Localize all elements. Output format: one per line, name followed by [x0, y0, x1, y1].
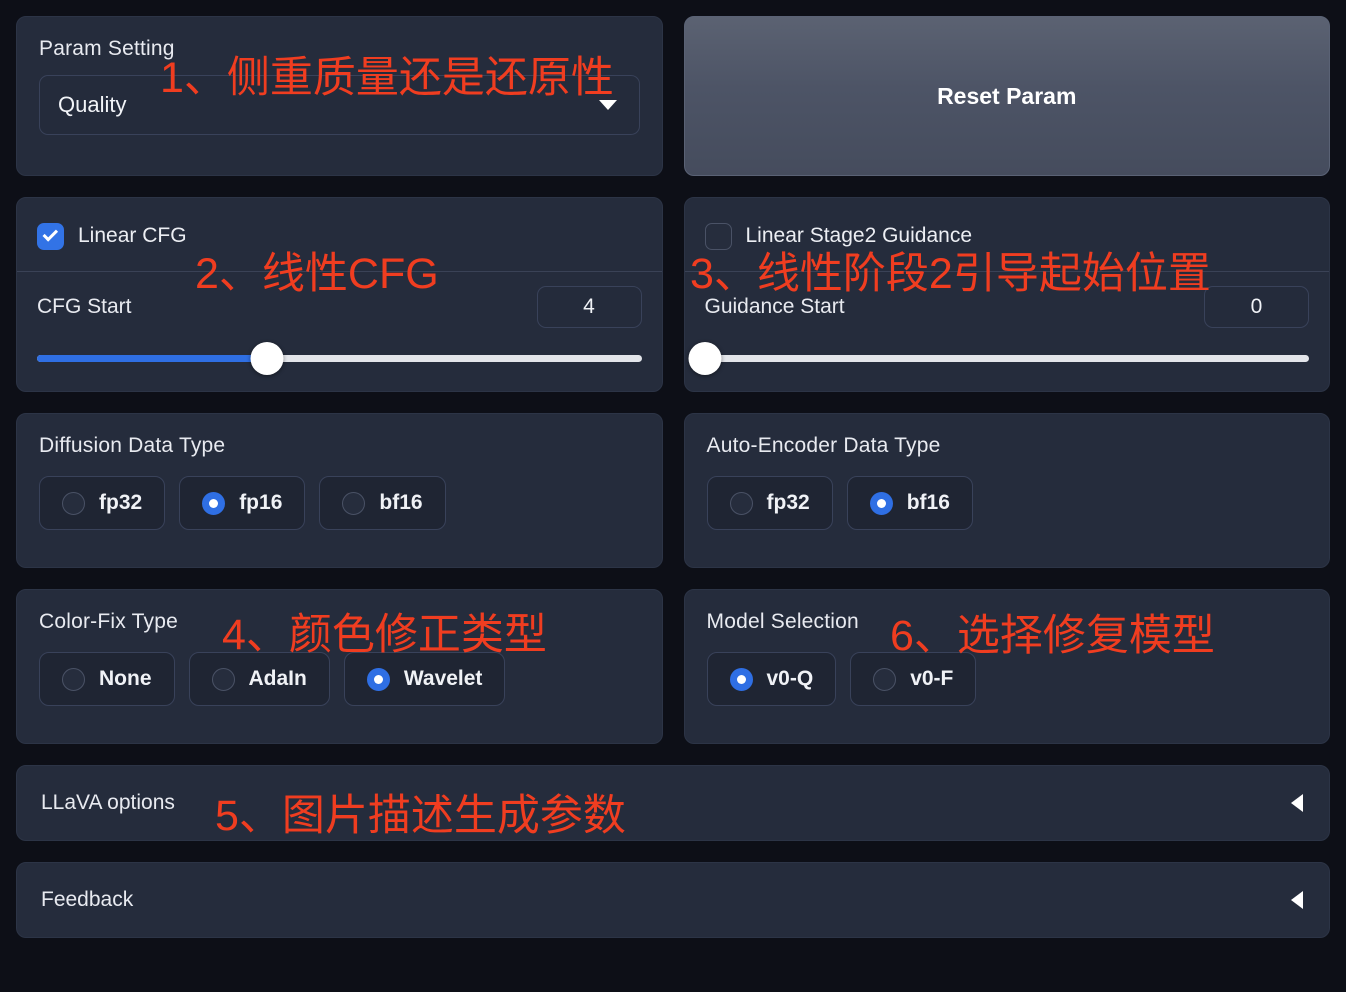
diffusion-data-type-label: Diffusion Data Type — [39, 434, 226, 457]
param-setting-label: Param Setting — [39, 37, 175, 60]
diffusion-data-type-option-bf16[interactable]: bf16 — [319, 476, 446, 530]
param-setting-panel: Param Setting Quality — [16, 16, 663, 176]
auto-encoder-data-type-label: Auto-Encoder Data Type — [706, 434, 941, 457]
feedback-label: Feedback — [41, 888, 134, 911]
color-fix-type-panel: Color-Fix Type None AdaIn Wavelet — [16, 589, 663, 744]
cfg-start-row: CFG Start 4 — [37, 286, 642, 328]
guidance-start-label: Guidance Start — [704, 295, 845, 318]
radio-icon[interactable] — [729, 667, 753, 691]
linear-stage2-checkbox-row[interactable]: Linear Stage2 Guidance — [704, 216, 1310, 256]
radio-icon[interactable] — [869, 491, 893, 515]
radio-icon[interactable] — [202, 491, 226, 515]
auto-encoder-data-type-option-label: bf16 — [906, 491, 950, 514]
cfg-start-thumb[interactable] — [250, 342, 284, 375]
radio-icon[interactable] — [366, 667, 390, 691]
diffusion-data-type-options: fp32 fp16 bf16 — [39, 476, 640, 530]
radio-dot — [209, 498, 219, 508]
reset-param-label: Reset Param — [937, 82, 1077, 109]
auto-encoder-data-type-option-fp32[interactable]: fp32 — [706, 476, 833, 530]
linear-cfg-panel: Linear CFG CFG Start 4 — [16, 197, 663, 392]
color-fix-type-option-adain[interactable]: AdaIn — [188, 652, 330, 706]
diffusion-data-type-panel: Diffusion Data Type fp32 fp16 bf16 — [16, 413, 663, 568]
guidance-start-slider[interactable] — [688, 342, 1309, 376]
diffusion-data-type-option-label: fp16 — [239, 491, 283, 514]
linear-cfg-label: Linear CFG — [78, 224, 187, 247]
diffusion-data-type-option-fp16[interactable]: fp16 — [179, 476, 306, 530]
panel-divider — [17, 271, 662, 272]
cfg-start-slider[interactable] — [37, 342, 642, 376]
color-fix-type-option-label: AdaIn — [248, 667, 307, 690]
radio-icon[interactable] — [62, 667, 85, 691]
diffusion-data-type-option-label: bf16 — [379, 491, 423, 514]
model-selection-option-v0-f[interactable]: v0-F — [850, 652, 977, 706]
radio-icon[interactable] — [873, 667, 897, 691]
radio-icon[interactable] — [62, 491, 85, 515]
model-selection-options: v0-Q v0-F — [706, 652, 1308, 706]
llava-options-accordion[interactable]: LLaVA options — [16, 765, 1330, 841]
diffusion-data-type-option-fp32[interactable]: fp32 — [39, 476, 166, 530]
triangle-left-icon[interactable] — [1291, 891, 1303, 909]
cfg-start-label: CFG Start — [37, 295, 132, 318]
chevron-down-icon — [598, 100, 617, 110]
cfg-start-track-fill — [37, 355, 267, 362]
auto-encoder-data-type-options: fp32 bf16 — [706, 476, 1308, 530]
model-selection-option-label: v0-F — [910, 667, 954, 690]
check-icon — [42, 226, 58, 242]
linear-stage2-label: Linear Stage2 Guidance — [745, 224, 973, 247]
guidance-start-row: Guidance Start 0 — [704, 286, 1309, 328]
auto-encoder-data-type-option-bf16[interactable]: bf16 — [846, 476, 973, 530]
guidance-start-track — [704, 355, 1309, 362]
color-fix-type-label: Color-Fix Type — [39, 610, 178, 633]
linear-cfg-checkbox-row[interactable]: Linear CFG — [37, 216, 642, 256]
triangle-left-icon[interactable] — [1291, 794, 1303, 812]
cfg-start-value[interactable]: 4 — [536, 286, 642, 328]
linear-stage2-panel: Linear Stage2 Guidance Guidance Start 0 — [683, 197, 1330, 392]
radio-icon[interactable] — [342, 491, 366, 515]
reset-param-button[interactable]: Reset Param — [683, 16, 1330, 176]
color-fix-type-option-label: Wavelet — [403, 667, 483, 690]
guidance-start-thumb[interactable] — [688, 342, 721, 375]
param-setting-select[interactable]: Quality — [39, 75, 640, 135]
diffusion-data-type-option-label: fp32 — [99, 491, 143, 514]
model-selection-option-label: v0-Q — [766, 667, 814, 690]
model-selection-option-v0-q[interactable]: v0-Q — [706, 652, 837, 706]
color-fix-type-option-wavelet[interactable]: Wavelet — [343, 652, 506, 706]
model-selection-panel: Model Selection v0-Q v0-F — [683, 589, 1330, 744]
radio-dot — [736, 674, 746, 684]
settings-page: Param Setting Quality Reset Param Linear… — [0, 0, 1346, 992]
color-fix-type-option-none[interactable]: None — [39, 652, 175, 706]
radio-icon[interactable] — [729, 491, 753, 515]
feedback-accordion[interactable]: Feedback — [16, 862, 1330, 938]
color-fix-type-options: None AdaIn Wavelet — [39, 652, 640, 706]
radio-icon[interactable] — [211, 667, 235, 691]
radio-dot — [373, 674, 383, 684]
radio-dot — [876, 498, 886, 508]
auto-encoder-data-type-option-label: fp32 — [766, 491, 810, 514]
llava-options-label: LLaVA options — [41, 791, 175, 814]
param-setting-value: Quality — [58, 92, 127, 117]
linear-stage2-checkbox[interactable] — [704, 222, 732, 250]
settings-grid: Param Setting Quality Reset Param Linear… — [16, 16, 1330, 744]
model-selection-label: Model Selection — [706, 610, 859, 633]
guidance-start-value[interactable]: 0 — [1204, 286, 1309, 328]
auto-encoder-data-type-panel: Auto-Encoder Data Type fp32 bf16 — [683, 413, 1330, 568]
color-fix-type-option-label: None — [99, 667, 152, 690]
panel-divider — [684, 271, 1329, 272]
linear-cfg-checkbox[interactable] — [37, 222, 64, 250]
